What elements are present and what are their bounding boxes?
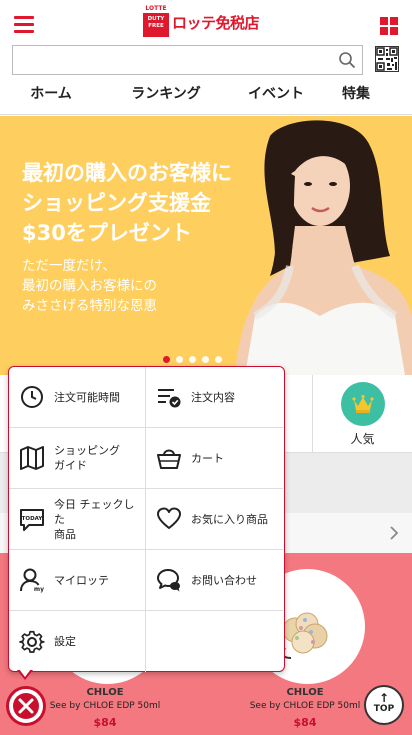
menu-item-label: お問い合わせ — [191, 573, 257, 587]
banner-sub-line: みささげる特別な恩恵 — [22, 298, 157, 314]
menu-item-settings[interactable]: 設定 — [9, 611, 146, 672]
map-icon — [20, 446, 44, 470]
chat-icon — [157, 569, 180, 592]
carousel-dot[interactable] — [215, 356, 222, 363]
carousel-dot[interactable] — [163, 356, 170, 363]
menu-item-cart[interactable]: カート — [146, 428, 283, 489]
promo-banner[interactable]: 最初の購入のお客様に ショッピング支援金 $30をプレゼント ただ一度だけ、 最… — [0, 116, 412, 375]
tab-event[interactable]: イベント — [228, 79, 324, 114]
logo-badge: LOTTE DUTY FREE — [143, 5, 169, 37]
heart-icon — [157, 507, 181, 529]
chevron-right-icon[interactable] — [386, 525, 402, 541]
svg-text:my: my — [34, 586, 44, 593]
qr-code-icon[interactable] — [375, 46, 399, 72]
search-box — [12, 45, 363, 75]
menu-item-label: マイロッテ — [54, 573, 109, 587]
close-icon — [13, 693, 39, 719]
menu-item-empty — [146, 611, 283, 672]
quick-menu-grid: 注文可能時間 注文内容 ショッピング ガイド カート TODAY 今日 チェック… — [9, 367, 283, 672]
menu-item-label-text: ショッピング ガイド — [54, 444, 120, 472]
menu-item-shopping-guide[interactable]: ショッピング ガイド — [9, 428, 146, 489]
menu-item-label: 設定 — [54, 635, 76, 648]
product-description: See by CHLOE EDP 50ml — [249, 701, 361, 711]
crown-icon — [351, 394, 374, 413]
logo-line-2: FREE — [148, 22, 164, 29]
menu-item-my-lotte[interactable]: my マイロッテ — [9, 550, 146, 611]
product-price: $84 — [93, 716, 117, 729]
product-description: See by CHLOE EDP 50ml — [49, 701, 161, 711]
menu-item-label-text: 今日 チェックした 商品 — [54, 497, 135, 541]
carousel-dot[interactable] — [189, 356, 196, 363]
menu-item-contact[interactable]: お問い合わせ — [146, 550, 283, 611]
tab-ranking[interactable]: ランキング — [118, 79, 214, 114]
close-menu-button[interactable] — [6, 686, 46, 726]
arrow-up-icon: ↑ — [378, 691, 390, 705]
tab-home[interactable]: ホーム — [6, 79, 96, 119]
top-button-label: TOP — [373, 704, 395, 714]
scrunchie-product-image — [282, 612, 328, 659]
tab-feature[interactable]: 特集 — [334, 79, 394, 114]
banner-sub-line: 最初の購入お客様にの — [22, 278, 157, 294]
app-header: LOTTE DUTY FREE ロッテ免税店 — [0, 0, 412, 44]
popup-pointer-inner — [19, 669, 31, 677]
menu-item-order-hours[interactable]: 注文可能時間 — [9, 367, 146, 428]
lotte-logo[interactable]: LOTTE DUTY FREE ロッテ免税店 — [143, 5, 260, 37]
carousel-dot[interactable] — [176, 356, 183, 363]
search-icon[interactable] — [338, 51, 356, 69]
menu-item-label: 今日 チェックした 商品 — [54, 497, 145, 542]
category-icon-circle — [340, 382, 385, 426]
menu-item-label: ショッピング ガイド — [54, 443, 120, 473]
user-icon: my — [20, 568, 44, 593]
category-label: 人気 — [350, 432, 375, 446]
logo-top-text: LOTTE — [143, 5, 169, 13]
banner-subtext: ただ一度だけ、 最初の購入お客様にの みささげる特別な恩恵 — [22, 256, 222, 316]
product-brand: CHLOE — [86, 687, 124, 698]
carousel-dot[interactable] — [202, 356, 209, 363]
quick-menu-popup: 注文可能時間 注文内容 ショッピング ガイド カート TODAY 今日 チェック… — [8, 366, 285, 672]
product-brand: CHLOE — [286, 687, 324, 698]
logo-text: ロッテ免税店 — [172, 13, 260, 32]
gear-icon — [19, 630, 45, 653]
basket-icon — [157, 449, 181, 469]
menu-item-today-checked[interactable]: TODAY 今日 チェックした 商品 — [9, 489, 146, 550]
menu-item-favorites[interactable]: お気に入り商品 — [146, 489, 283, 550]
menu-item-label: 注文内容 — [191, 390, 235, 404]
menu-item-label: カート — [191, 451, 224, 465]
clock-icon — [21, 386, 43, 408]
menu-item-label: 注文可能時間 — [54, 390, 120, 404]
grid-icon[interactable] — [380, 17, 398, 35]
search-row — [0, 44, 412, 78]
menu-item-label: お気に入り商品 — [191, 512, 268, 526]
product-price: $84 — [293, 716, 317, 729]
scroll-top-button[interactable]: ↑ TOP — [364, 685, 404, 725]
hamburger-menu-icon[interactable] — [14, 16, 34, 33]
banner-sub-line: ただ一度だけ、 — [22, 258, 116, 274]
category-popular[interactable]: 人気 — [312, 375, 412, 453]
search-input[interactable] — [13, 46, 323, 74]
svg-text:TODAY: TODAY — [22, 516, 44, 522]
carousel-dots — [163, 356, 222, 363]
menu-item-order-details[interactable]: 注文内容 — [146, 367, 283, 428]
main-tabs: ホーム ランキング イベント 特集 — [0, 79, 412, 119]
order-list-icon — [158, 389, 181, 408]
today-icon: TODAY — [20, 509, 44, 531]
model-photo — [235, 120, 412, 375]
